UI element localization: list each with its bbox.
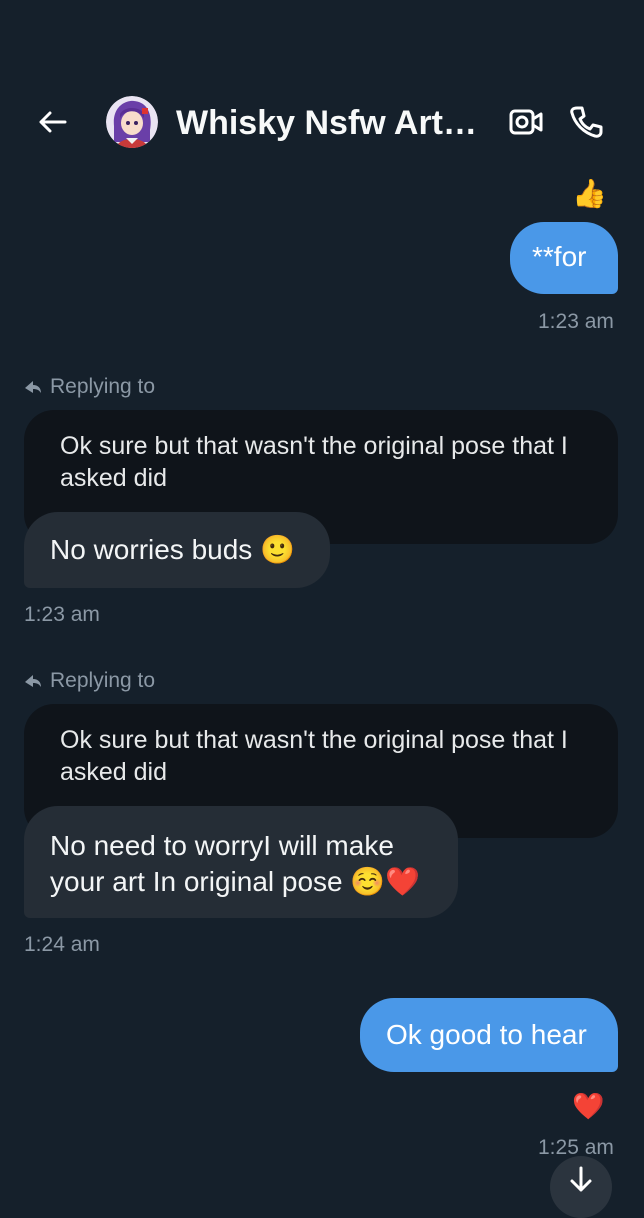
outgoing-message-bubble[interactable]: **for [510,222,618,294]
message-text: Ok good to hear [386,1019,587,1050]
message-text: **for [532,241,587,272]
arrow-down-icon [570,1166,592,1192]
message-timestamp: 1:23 am [538,310,614,333]
video-call-button[interactable] [506,102,546,142]
thumbs-up-reaction[interactable]: 👍 [572,178,607,210]
heart-reaction[interactable]: ❤️ [572,1090,604,1122]
reply-label-text: Replying to [50,669,156,692]
message-text: No worries buds 🙂 [50,534,295,565]
avatar[interactable] [106,96,158,148]
chat-title[interactable]: Whisky Nsfw Artist... [176,102,486,144]
incoming-message-bubble[interactable]: No need to worryI will make your art In … [24,806,458,918]
avatar-image [106,96,158,148]
reply-arrow-icon [24,378,42,396]
chat-header: Whisky Nsfw Artist... [0,0,644,170]
quoted-text: Ok sure but that wasn't the original pos… [60,726,568,786]
voice-call-button[interactable] [566,102,606,142]
outgoing-message-bubble[interactable]: Ok good to hear [360,998,618,1072]
scroll-to-bottom-button[interactable] [550,1156,612,1218]
message-timestamp: 1:23 am [24,603,100,626]
incoming-message-bubble[interactable]: No worries buds 🙂 [24,512,330,588]
video-camera-icon [509,109,543,135]
back-button[interactable] [32,104,72,140]
reply-label-text: Replying to [50,375,156,398]
replying-to-label: Replying to [24,668,155,694]
replying-to-label: Replying to [24,374,155,400]
phone-icon [570,106,603,138]
message-timestamp: 1:24 am [24,933,100,956]
quoted-text: Ok sure but that wasn't the original pos… [60,432,568,492]
reply-arrow-icon [24,672,42,690]
arrow-left-icon [39,111,67,133]
message-text: No need to worryI will make your art In … [50,830,421,897]
